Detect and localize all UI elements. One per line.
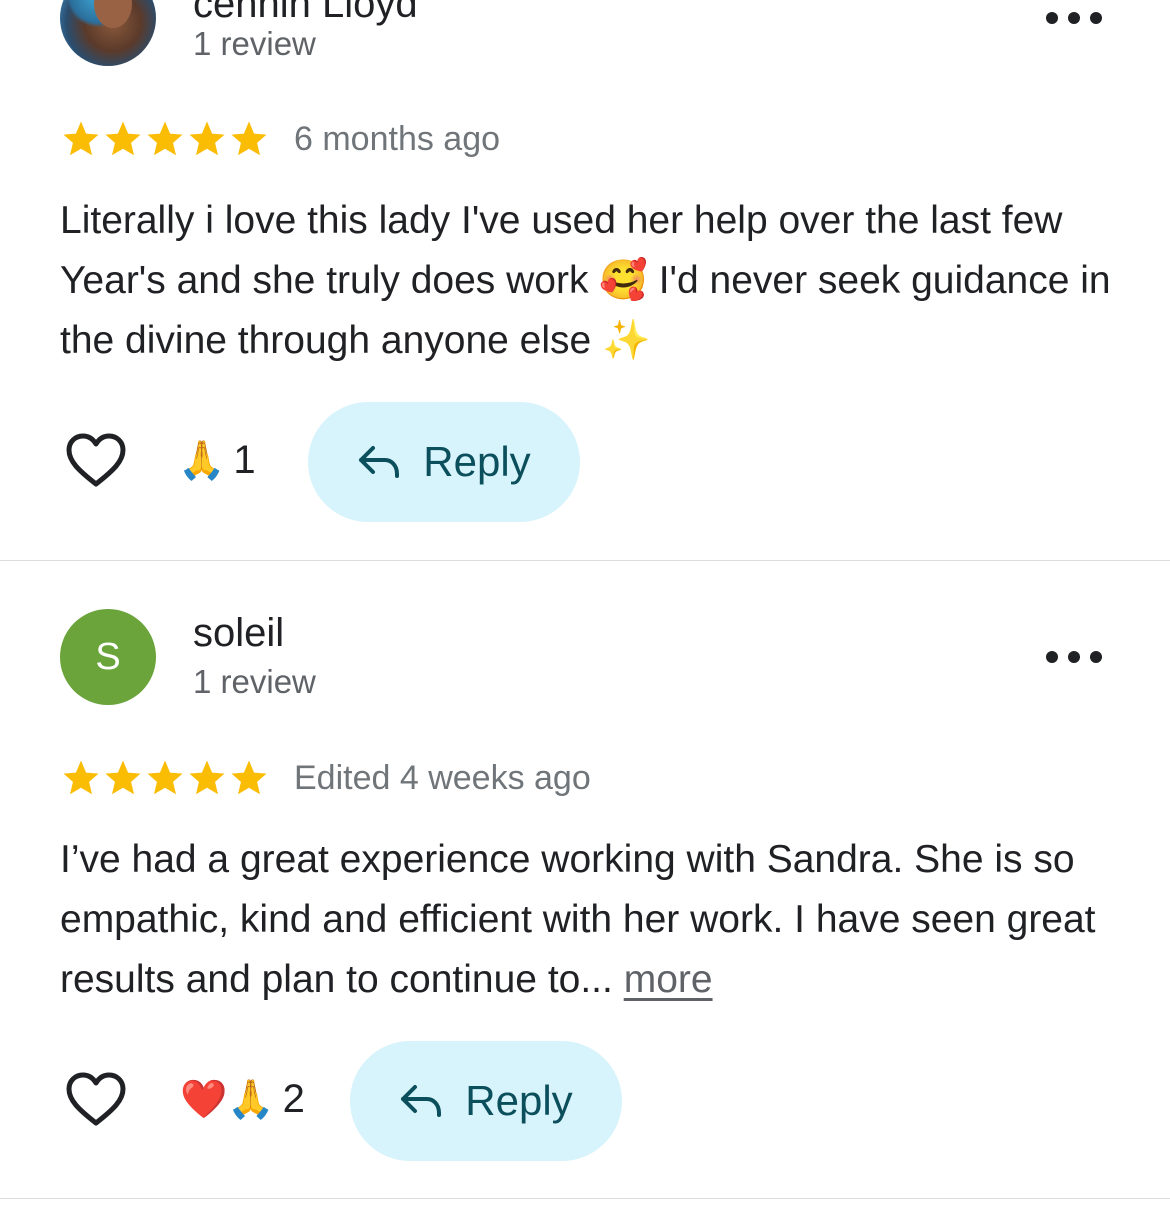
like-button[interactable] xyxy=(64,1071,128,1129)
star-icon xyxy=(63,121,99,156)
reply-arrow-icon xyxy=(401,1085,442,1117)
star-icon xyxy=(63,760,99,795)
reaction-count: 2 xyxy=(282,1077,305,1121)
review-text: Literally i love this lady I've used her… xyxy=(60,191,1120,371)
reactions-summary[interactable]: 🙏 1 xyxy=(178,438,256,483)
star-icon xyxy=(189,760,225,795)
reaction-emoji: ❤️🙏 xyxy=(180,1078,275,1121)
review-date: 6 months ago xyxy=(294,120,501,158)
review-text: I’ve had a great experience working with… xyxy=(60,830,1120,1010)
reviewer-name[interactable]: soleil xyxy=(193,611,284,656)
reactions-summary[interactable]: ❤️🙏 2 xyxy=(180,1077,305,1122)
reviewer-avatar[interactable]: S xyxy=(60,609,156,705)
reaction-count: 1 xyxy=(233,438,256,482)
star-icon xyxy=(105,121,141,156)
more-options-icon[interactable] xyxy=(1046,647,1102,667)
star-icon xyxy=(189,121,225,156)
star-icon xyxy=(231,760,267,795)
reply-button[interactable]: Reply xyxy=(308,402,580,522)
more-link[interactable]: more xyxy=(624,958,713,1001)
star-icon xyxy=(147,121,183,156)
review-text-content: Literally i love this lady I've used her… xyxy=(60,199,1111,362)
reaction-emoji: 🙏 xyxy=(178,439,226,482)
reply-button[interactable]: Reply xyxy=(350,1041,622,1161)
review-text-content: I’ve had a great experience working with… xyxy=(60,838,1096,1001)
star-icon xyxy=(147,760,183,795)
reviewer-avatar[interactable] xyxy=(60,0,156,66)
reviewer-review-count: 1 review xyxy=(193,25,316,62)
star-icon xyxy=(105,760,141,795)
star-rating xyxy=(60,757,270,799)
divider xyxy=(0,1198,1170,1199)
reply-label: Reply xyxy=(423,438,531,485)
star-icon xyxy=(231,121,267,156)
reply-label: Reply xyxy=(465,1077,573,1124)
more-options-icon[interactable] xyxy=(1046,8,1102,28)
reply-arrow-icon xyxy=(359,446,400,478)
review-card: S soleil 1 review Edited 4 weeks ago I’v… xyxy=(0,561,1170,1198)
star-rating xyxy=(60,118,270,160)
reviewer-name[interactable]: cehhin Lloyd xyxy=(193,0,418,27)
heart-outline-icon xyxy=(66,1072,126,1126)
review-card: cehhin Lloyd 1 review 6 months ago Liter… xyxy=(0,0,1170,560)
like-button[interactable] xyxy=(64,432,128,490)
review-date: Edited 4 weeks ago xyxy=(294,759,591,797)
reviewer-review-count: 1 review xyxy=(193,663,316,700)
heart-outline-icon xyxy=(66,433,126,487)
